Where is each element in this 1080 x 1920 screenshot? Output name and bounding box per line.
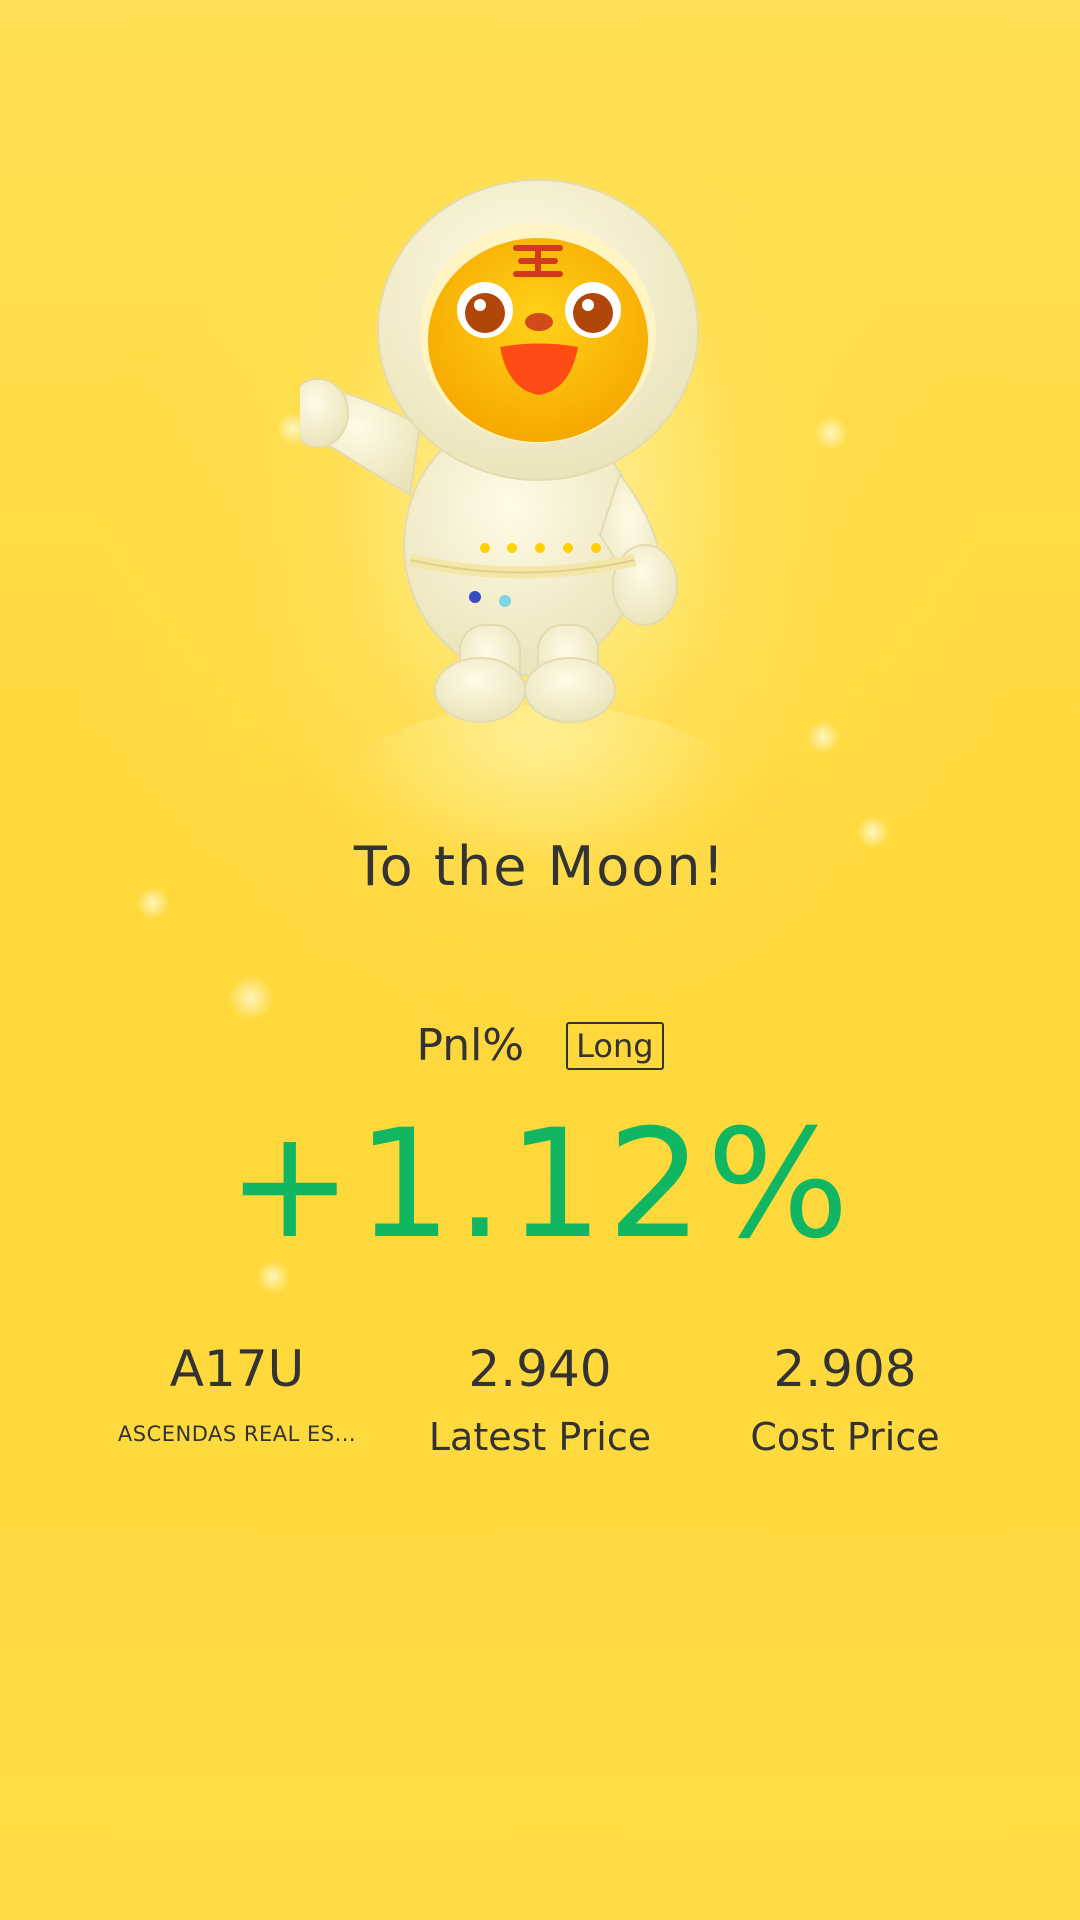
sparkle — [228, 975, 274, 1021]
pnl-value: +1.12% — [226, 1098, 854, 1272]
pnl-label: Pnl% — [416, 1020, 525, 1071]
latest-price-label: Latest Price — [428, 1415, 652, 1459]
stock-symbol: A17U — [169, 1340, 305, 1398]
latest-price-value: 2.940 — [468, 1340, 612, 1398]
cost-price-label: Cost Price — [750, 1415, 940, 1459]
stock-name: ASCENDAS REAL ES... — [117, 1422, 357, 1446]
cost-price-value: 2.908 — [773, 1340, 917, 1398]
stats-row: A17U ASCENDAS REAL ES... 2.940 Latest Pr… — [0, 1338, 1080, 1478]
stat-latest-price: 2.940 Latest Price — [390, 1338, 690, 1460]
page-title: To the Moon! — [353, 835, 727, 898]
mascot-illustration — [300, 165, 780, 865]
stat-cost-price: 2.908 Cost Price — [695, 1338, 995, 1460]
position-badge: Long — [566, 1021, 664, 1070]
sparkle — [806, 720, 840, 754]
tiger-astronaut-mascot-icon — [300, 179, 699, 723]
stat-symbol: A17U ASCENDAS REAL ES... — [87, 1338, 387, 1448]
sparkle — [814, 416, 848, 450]
pnl-header: Pnl% Long — [0, 1020, 1080, 1071]
